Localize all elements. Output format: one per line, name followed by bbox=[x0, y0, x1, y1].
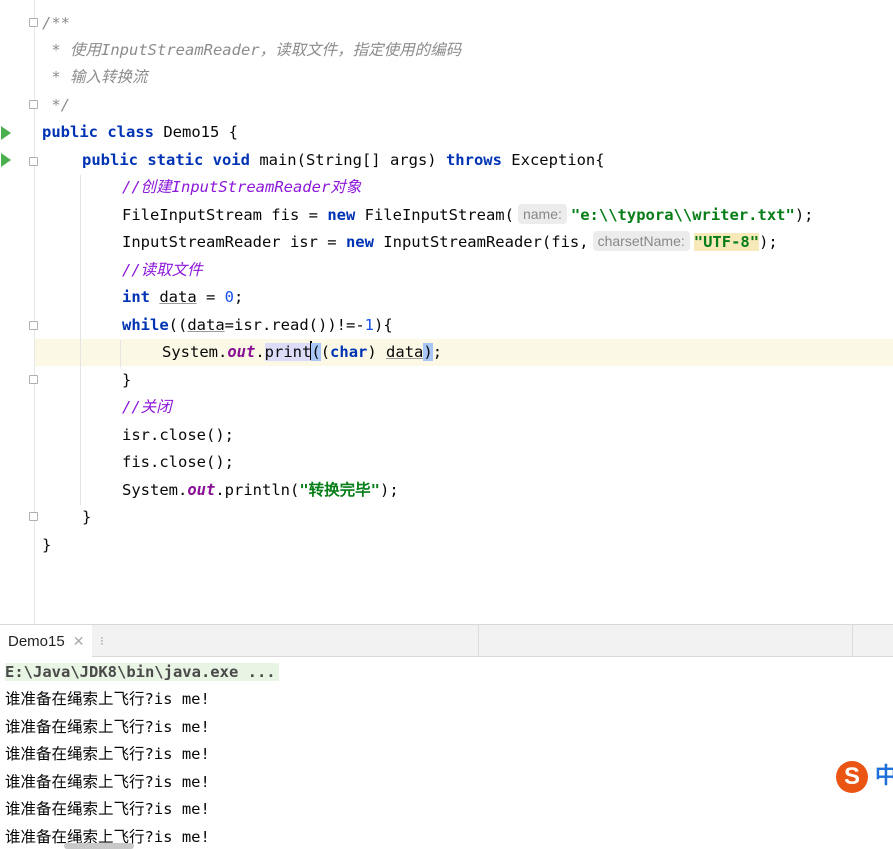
current-line-highlight bbox=[0, 339, 893, 366]
fold-marker-icon[interactable] bbox=[29, 512, 38, 521]
code-editor[interactable]: /** * 使用InputStreamReader，读取文件，指定使用的编码 *… bbox=[0, 0, 893, 624]
code-line-3[interactable]: * 输入转换流 bbox=[42, 64, 147, 91]
code-line-17[interactable]: fis.close(); bbox=[122, 449, 234, 476]
code-line-4[interactable]: */ bbox=[42, 92, 70, 119]
code-line-14[interactable]: } bbox=[122, 367, 131, 394]
console-command-line: E:\Java\JDK8\bin\java.exe ... bbox=[5, 659, 279, 686]
horizontal-scrollbar[interactable] bbox=[64, 843, 134, 849]
code-line-9[interactable]: InputStreamReader isr = new InputStreamR… bbox=[122, 229, 778, 256]
console-output-line: 谁准备在绳索上飞行?is me! bbox=[5, 773, 210, 791]
close-icon[interactable]: ✕ bbox=[73, 633, 85, 649]
code-line-18[interactable]: System.out.println("转换完毕"); bbox=[122, 477, 399, 504]
code-line-2[interactable]: * 使用InputStreamReader，读取文件，指定使用的编码 bbox=[42, 37, 461, 64]
charset-string: "UTF-8" bbox=[693, 233, 760, 251]
code-line-19[interactable]: } bbox=[82, 504, 91, 531]
editor-gutter bbox=[0, 0, 35, 624]
indent-guide bbox=[120, 340, 121, 367]
code-line-5[interactable]: public class Demo15 { bbox=[42, 119, 238, 146]
code-line-13[interactable]: System.out.print((char) data); bbox=[162, 339, 442, 366]
fold-marker-icon[interactable] bbox=[29, 18, 38, 27]
divider bbox=[478, 625, 479, 657]
code-line-20[interactable]: } bbox=[42, 532, 51, 559]
code-line-1[interactable]: /** bbox=[42, 10, 70, 37]
fold-marker-icon[interactable] bbox=[29, 157, 38, 166]
code-line-15[interactable]: //关闭 bbox=[122, 394, 172, 421]
tab-demo15[interactable]: Demo15 ✕ bbox=[0, 625, 93, 657]
fold-marker-icon[interactable] bbox=[29, 321, 38, 330]
indent-guide bbox=[80, 175, 81, 505]
code-line-16[interactable]: isr.close(); bbox=[122, 422, 234, 449]
run-tool-window-tabs: Demo15 ✕ ⁝ bbox=[0, 624, 893, 657]
fold-marker-icon[interactable] bbox=[29, 100, 38, 109]
console-output-line: 谁准备在绳索上飞行?is me! bbox=[5, 800, 210, 818]
code-line-7[interactable]: //创建InputStreamReader对象 bbox=[122, 174, 361, 201]
code-line-6[interactable]: public static void main(String[] args) t… bbox=[82, 147, 605, 174]
console-output-line: 谁准备在绳索上飞行?is me! bbox=[5, 690, 210, 708]
console-output[interactable]: E:\Java\JDK8\bin\java.exe ... 谁准备在绳索上飞行?… bbox=[0, 657, 893, 849]
run-main-icon[interactable] bbox=[1, 153, 11, 167]
code-line-8[interactable]: FileInputStream fis = new FileInputStrea… bbox=[122, 202, 814, 229]
code-line-10[interactable]: //读取文件 bbox=[122, 257, 203, 284]
done-string: "转换完毕" bbox=[299, 481, 380, 499]
path-string: "e:\\typora\\writer.txt" bbox=[570, 206, 795, 224]
console-output-line: 谁准备在绳索上飞行?is me! bbox=[5, 745, 210, 763]
code-line-11[interactable]: int data = 0; bbox=[122, 284, 243, 311]
ime-mode-label: 中 bbox=[875, 764, 893, 789]
ime-indicator[interactable]: S 中 bbox=[836, 761, 893, 795]
sogou-logo-icon: S bbox=[836, 761, 868, 793]
param-hint-charset: charsetName: bbox=[592, 231, 690, 251]
divider bbox=[852, 625, 853, 657]
more-icon[interactable]: ⁝ bbox=[100, 625, 104, 657]
param-hint-name: name: bbox=[517, 204, 567, 224]
run-class-icon[interactable] bbox=[1, 126, 11, 140]
fold-marker-icon[interactable] bbox=[29, 375, 38, 384]
code-line-12[interactable]: while((data=isr.read())!=-1){ bbox=[122, 312, 393, 339]
console-output-line: 谁准备在绳索上飞行?is me! bbox=[5, 718, 210, 736]
